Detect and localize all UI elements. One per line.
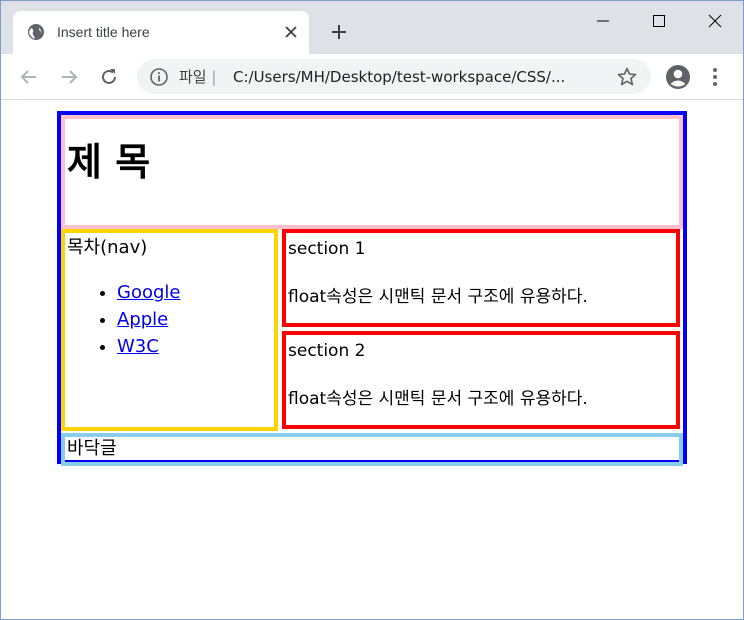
nav-list-item: W3C bbox=[117, 333, 180, 360]
section-text: float속성은 시맨틱 문서 구조에 유용하다. bbox=[288, 389, 588, 409]
reload-icon[interactable] bbox=[97, 65, 121, 89]
section-1: section 1 float속성은 시맨틱 문서 구조에 유용하다. bbox=[282, 229, 680, 327]
nav-list-item: Apple bbox=[117, 306, 180, 333]
nav-list-item: Google bbox=[117, 279, 180, 306]
more-menu-icon[interactable] bbox=[705, 64, 725, 90]
page-title: 제 목 bbox=[67, 140, 151, 184]
section-title: section 2 bbox=[288, 341, 366, 361]
nav-title: 목차(nav) bbox=[67, 237, 148, 258]
link-apple[interactable]: Apple bbox=[117, 309, 168, 330]
minimize-icon[interactable] bbox=[591, 9, 615, 33]
nav-link-list: Google Apple W3C bbox=[65, 279, 180, 360]
close-tab-icon[interactable] bbox=[281, 22, 301, 42]
forward-arrow-icon[interactable] bbox=[57, 65, 81, 89]
header: 제 목 bbox=[61, 115, 683, 229]
section-2: section 2 float속성은 시맨틱 문서 구조에 유용하다. bbox=[282, 331, 680, 429]
scheme-separator: | bbox=[211, 68, 217, 86]
back-arrow-icon[interactable] bbox=[17, 65, 41, 89]
scheme-label: 파일 | bbox=[179, 68, 217, 86]
tab-strip: Insert title here bbox=[1, 1, 743, 54]
url-text: C:/Users/MH/Desktop/test-workspace/CSS/.… bbox=[233, 68, 566, 86]
link-google[interactable]: Google bbox=[117, 282, 180, 303]
maximize-icon[interactable] bbox=[647, 9, 671, 33]
toolbar: 파일 | C:/Users/MH/Desktop/test-workspace/… bbox=[1, 54, 743, 100]
tab-active[interactable]: Insert title here bbox=[13, 11, 309, 54]
profile-avatar-icon[interactable] bbox=[665, 64, 691, 90]
browser-window: Insert title here 파일 | C:/Users/MH/Deskt… bbox=[0, 0, 744, 620]
footer: 바닥글 bbox=[61, 433, 683, 466]
footer-text: 바닥글 bbox=[67, 438, 117, 459]
page-content: 제 목 목차(nav) Google Apple W3C section 1 f… bbox=[1, 100, 743, 619]
close-window-icon[interactable] bbox=[703, 9, 727, 33]
bookmark-star-icon[interactable] bbox=[615, 65, 639, 89]
info-icon[interactable] bbox=[149, 67, 169, 87]
nav-panel: 목차(nav) Google Apple W3C bbox=[61, 229, 278, 431]
tab-title: Insert title here bbox=[57, 24, 150, 40]
section-title: section 1 bbox=[288, 239, 366, 259]
wrapper: 제 목 목차(nav) Google Apple W3C section 1 f… bbox=[57, 111, 687, 466]
link-w3c[interactable]: W3C bbox=[117, 336, 159, 357]
globe-icon bbox=[28, 24, 44, 40]
section-text: float속성은 시맨틱 문서 구조에 유용하다. bbox=[288, 287, 588, 307]
new-tab-icon[interactable] bbox=[327, 20, 351, 44]
address-bar[interactable]: 파일 | C:/Users/MH/Desktop/test-workspace/… bbox=[137, 59, 651, 94]
